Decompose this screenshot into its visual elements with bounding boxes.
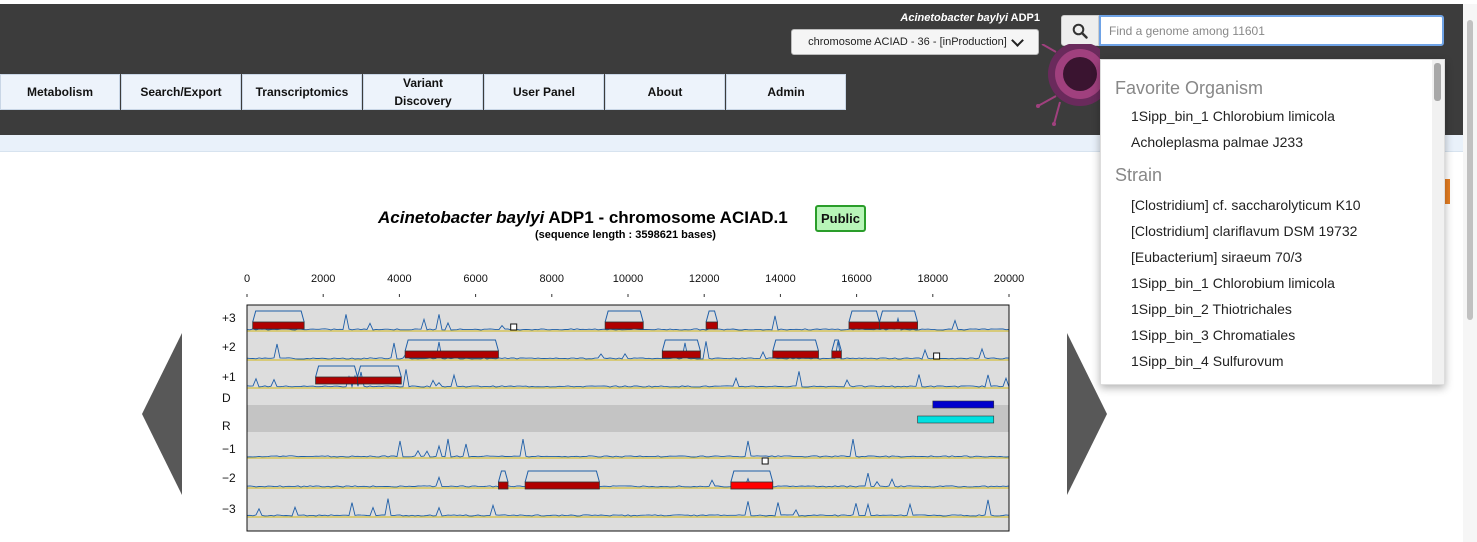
dropdown-scrollbar[interactable] xyxy=(1432,60,1444,384)
track-background xyxy=(247,391,1009,405)
dropdown-option[interactable]: 1Sipp_bin_1 Chlorobium limicola xyxy=(1101,103,1444,129)
track-label: +1 xyxy=(222,370,236,384)
dropdown-group-label: Strain xyxy=(1115,165,1163,185)
axis-tick-label: 18000 xyxy=(918,273,949,285)
page-title: Acinetobacter baylyi ADP1 - chromosome A… xyxy=(378,208,788,227)
feature-marker xyxy=(761,457,769,465)
gene-feature xyxy=(705,321,718,330)
dropdown-group-label: Favorite Organism xyxy=(1115,78,1264,98)
gene-feature xyxy=(315,376,358,385)
gene-feature xyxy=(498,481,509,490)
axis-tick-label: 16000 xyxy=(841,273,872,285)
track-label: −2 xyxy=(222,471,236,485)
dropdown-option[interactable]: 1Sipp_bin_1 Chlorobium limicola xyxy=(1101,270,1444,296)
gene-feature xyxy=(404,350,499,359)
dropdown-option[interactable]: 1Sipp_bin_3 Chromatiales xyxy=(1101,322,1444,348)
gene-feature xyxy=(252,321,305,330)
nav-search-export[interactable]: Search/Export xyxy=(121,74,241,110)
axis-tick-label: 0 xyxy=(244,273,250,285)
nav-transcriptomics[interactable]: Transcriptomics xyxy=(242,74,362,110)
track-label: −3 xyxy=(222,502,236,516)
dropdown-option[interactable]: 1Sipp_bin_2 Thiotrichales xyxy=(1101,296,1444,322)
gene-feature xyxy=(848,321,880,330)
nav-variant-discovery[interactable]: Variant Discovery xyxy=(363,74,483,110)
dropdown-option[interactable]: [Clostridium] clariflavum DSM 19732 xyxy=(1101,218,1444,244)
nav-metabolism[interactable]: Metabolism xyxy=(0,74,120,110)
bacterium-logo-icon xyxy=(1036,44,1100,126)
genome-search-dropdown: Favorite Organism 1Sipp_bin_1 Chlorobium… xyxy=(1100,59,1445,385)
gene-feature xyxy=(772,350,819,359)
track-label: D xyxy=(222,391,231,405)
chromosome-select[interactable]: chromosome ACIAD - 36 - [inProduction] xyxy=(791,29,1039,55)
search-button[interactable] xyxy=(1061,15,1099,46)
track-label: +3 xyxy=(222,311,236,325)
track-label: −1 xyxy=(222,442,236,456)
genome-viewer[interactable]: 0 2000 4000 6000 8000 10000 12000 14000 16000 180… xyxy=(210,268,1050,536)
feature-marker xyxy=(510,323,518,331)
main-nav: Metabolism Search/Export Transcriptomics… xyxy=(0,74,847,110)
axis-tick-label: 14000 xyxy=(765,273,796,285)
page-scrollbar[interactable] xyxy=(1463,4,1477,542)
feature-marker xyxy=(933,352,941,360)
dropdown-option[interactable]: Acholeplasma palmae J233 xyxy=(1101,129,1444,155)
gene-feature xyxy=(879,321,918,330)
genome-search-input[interactable] xyxy=(1099,15,1444,46)
dropdown-scroll-thumb[interactable] xyxy=(1434,63,1441,101)
track-background xyxy=(247,492,1009,531)
strand-feature xyxy=(917,415,995,424)
track-label: R xyxy=(222,419,231,433)
axis-tick-label: 2000 xyxy=(311,273,335,285)
nav-admin[interactable]: Admin xyxy=(726,74,846,110)
gene-feature xyxy=(831,350,842,359)
current-organism: Acinetobacter baylyi ADP1 xyxy=(900,12,1040,24)
nav-user-panel[interactable]: User Panel xyxy=(484,74,604,110)
dropdown-option[interactable]: [Clostridium] cf. saccharolyticum K10 xyxy=(1101,192,1444,218)
axis-tick-label: 8000 xyxy=(540,273,564,285)
axis-tick-label: 10000 xyxy=(613,273,644,285)
track-label: +2 xyxy=(222,340,236,354)
axis-tick-label: 6000 xyxy=(463,273,487,285)
strand-feature xyxy=(932,400,995,409)
gene-feature xyxy=(604,321,644,330)
gene-feature xyxy=(524,481,600,490)
public-badge: Public xyxy=(815,205,866,232)
sequence-length: (sequence length : 3598621 bases) xyxy=(535,229,716,241)
nav-about[interactable]: About xyxy=(605,74,725,110)
search-icon xyxy=(1072,23,1088,39)
dropdown-option[interactable]: 1Sipp_bin_4 Sulfurovum xyxy=(1101,348,1444,374)
axis-tick-label: 20000 xyxy=(994,273,1025,285)
page-scroll-thumb[interactable] xyxy=(1467,20,1473,320)
dropdown-option[interactable]: [Eubacterium] siraeum 70/3 xyxy=(1101,244,1444,270)
track-background xyxy=(247,405,1009,432)
gene-feature xyxy=(730,481,774,490)
gene-feature xyxy=(357,376,402,385)
axis-tick-label: 4000 xyxy=(387,273,411,285)
previous-region-arrow[interactable] xyxy=(142,333,182,495)
chromosome-select-value: chromosome ACIAD - 36 - [inProduction] xyxy=(808,36,1007,48)
axis-tick-label: 12000 xyxy=(689,273,720,285)
gene-feature xyxy=(661,350,701,359)
